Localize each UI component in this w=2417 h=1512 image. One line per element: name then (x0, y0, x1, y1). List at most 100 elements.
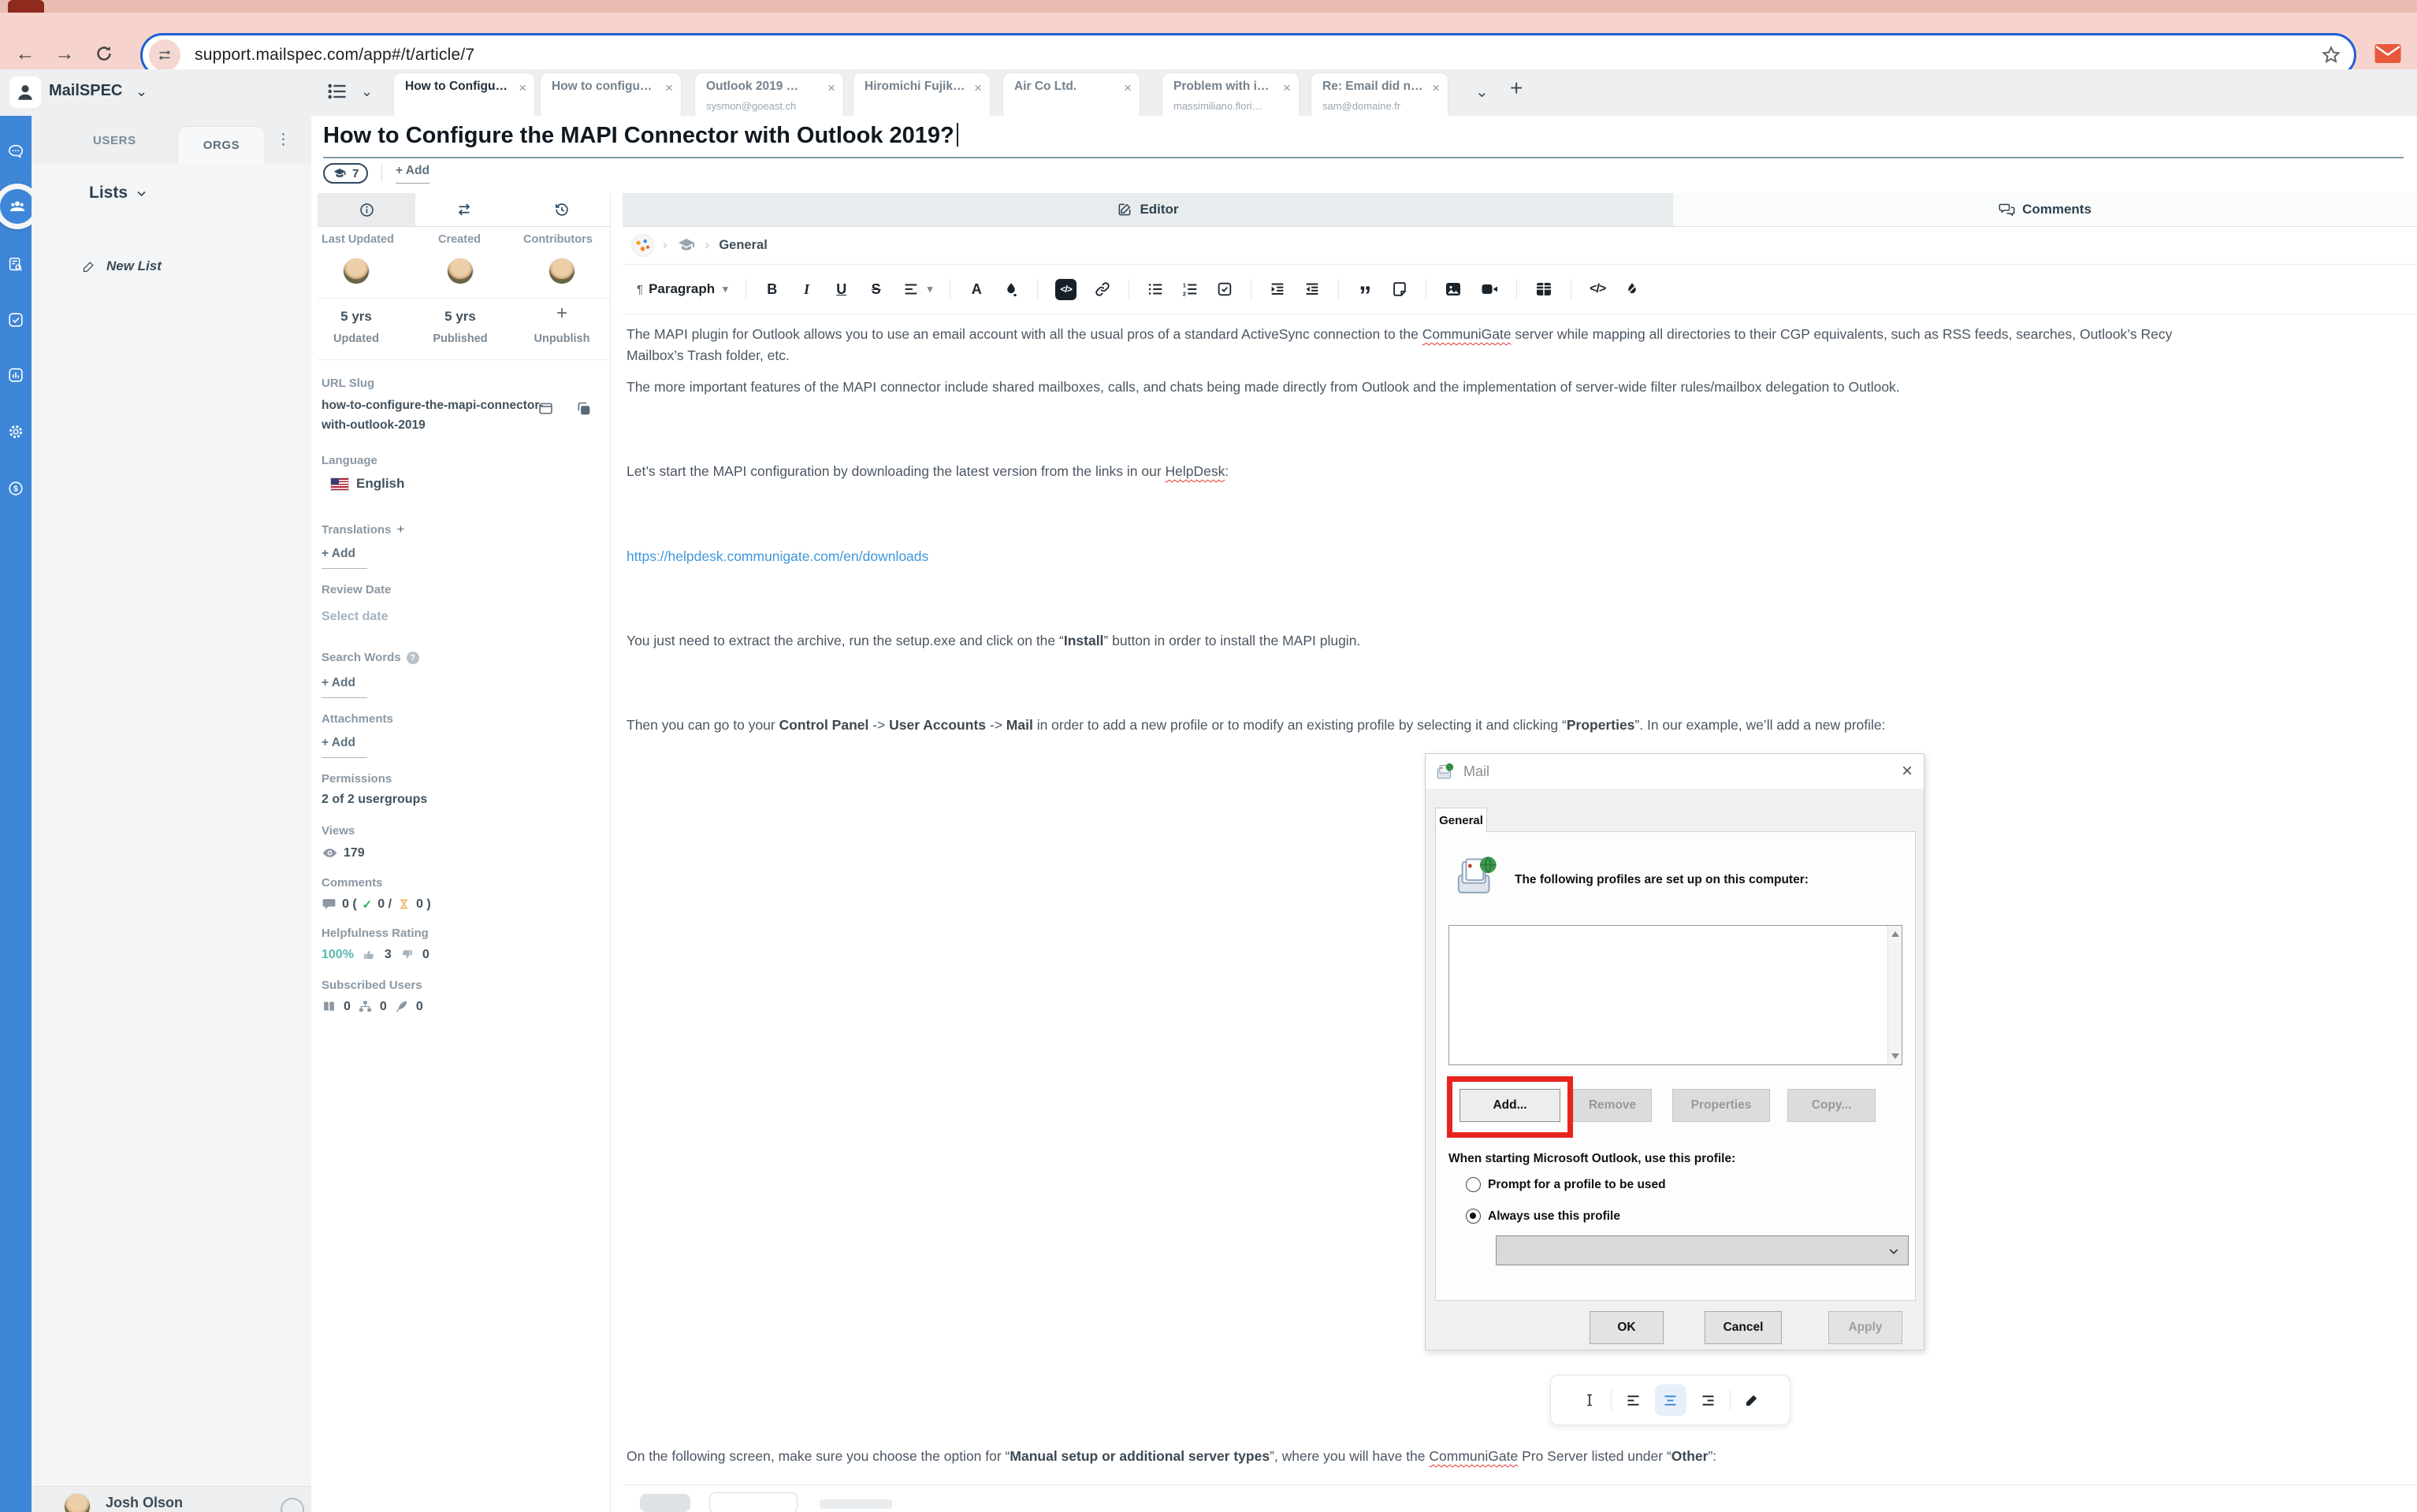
tab-orgs[interactable]: ORGS (177, 126, 266, 163)
lists-header[interactable]: Lists (89, 184, 147, 202)
paragraph[interactable]: Let’s start the MAPI configuration by do… (627, 463, 1229, 480)
paragraph[interactable]: The MAPI plugin for Outlook allows you t… (627, 326, 2172, 343)
new-list-item[interactable]: New List (82, 258, 162, 274)
table-button[interactable] (1534, 280, 1553, 299)
language-value[interactable]: English (356, 476, 404, 492)
browser-tab[interactable] (8, 0, 44, 13)
sidebar-more-icon[interactable]: ⋮ (276, 131, 292, 149)
font-color-button[interactable]: A (968, 281, 985, 298)
tab-list-chevron-down-icon[interactable]: ⌄ (361, 84, 373, 100)
close-icon[interactable]: × (1283, 81, 1291, 95)
translations-add-button[interactable]: + Add (322, 547, 367, 569)
align-dropdown[interactable]: ▾ (902, 280, 933, 298)
avatar[interactable] (549, 258, 575, 284)
outdent-button[interactable] (1303, 280, 1321, 298)
graduation-cap-icon[interactable] (677, 236, 696, 254)
blockquote-button[interactable]: ” (1356, 283, 1374, 295)
account-button[interactable] (9, 76, 41, 108)
thumbs-up-icon[interactable] (362, 947, 377, 962)
brand-name[interactable]: MailSPEC (49, 82, 122, 100)
brand-chevron-down-icon[interactable]: ⌄ (136, 84, 147, 100)
code-block-button[interactable]: </> (1055, 279, 1076, 300)
avatar[interactable] (448, 258, 473, 284)
breadcrumb-current[interactable]: General (719, 238, 767, 253)
meta-tab-history[interactable] (513, 193, 611, 226)
bottom-button-cutoff[interactable] (640, 1494, 690, 1512)
highlight-color-button[interactable] (1002, 280, 1020, 298)
page-title[interactable]: How to Configure the MAPI Connector with… (323, 123, 958, 149)
paragraph[interactable]: The more important features of the MAPI … (627, 379, 1900, 396)
link-button[interactable] (1094, 280, 1111, 298)
bottom-button-cutoff[interactable] (709, 1492, 798, 1512)
align-center-button-active[interactable] (1655, 1384, 1686, 1416)
rail-item-reports[interactable] (7, 366, 24, 384)
paragraph[interactable]: You just need to extract the archive, ru… (627, 633, 1360, 649)
align-left-icon[interactable] (1625, 1392, 1642, 1409)
courses-badge[interactable]: 7 (323, 163, 368, 184)
paragraph-style-dropdown[interactable]: ¶ Paragraph ▾ (637, 281, 728, 297)
paragraph[interactable]: On the following screen, make sure you c… (627, 1448, 1716, 1465)
close-icon[interactable]: × (1124, 81, 1132, 95)
download-link[interactable]: https://helpdesk.communigate.com/en/down… (627, 548, 928, 565)
unpublish-plus-icon[interactable]: + (526, 303, 597, 325)
article-tab[interactable]: How to Configu… × (393, 72, 535, 116)
close-icon[interactable]: × (665, 81, 673, 95)
rail-item-billing[interactable]: $ (7, 480, 24, 497)
paragraph[interactable]: Then you can go to your Control Panel ->… (627, 717, 1885, 734)
indent-button[interactable] (1269, 280, 1286, 298)
new-tab-button[interactable]: + (1510, 76, 1523, 101)
note-button[interactable] (1391, 280, 1408, 298)
close-icon[interactable]: × (827, 81, 835, 95)
close-icon[interactable]: × (1432, 81, 1440, 95)
thumbs-down-icon[interactable] (400, 947, 415, 962)
article-tab[interactable]: Hiromichi Fujik… × (853, 72, 991, 116)
site-settings-icon[interactable] (149, 39, 180, 71)
url-text[interactable]: support.mailspec.com/app#/t/article/7 (195, 46, 474, 65)
underline-button[interactable]: U (833, 281, 850, 298)
article-tab[interactable]: How to configu… × (540, 72, 682, 116)
permissions-value[interactable]: 2 of 2 usergroups (322, 793, 427, 807)
mail-extension-icon[interactable] (2371, 36, 2405, 71)
image-button[interactable] (1444, 280, 1463, 299)
strikethrough-button[interactable]: S (868, 281, 885, 298)
rail-item-articles[interactable] (7, 256, 24, 273)
unpublish-caption[interactable]: Unpublish (526, 332, 597, 345)
article-tab[interactable]: Re: Email did n… × sam@domaine.fr (1311, 72, 1448, 116)
open-in-window-icon[interactable] (537, 400, 554, 417)
tab-users[interactable]: USERS (93, 134, 136, 147)
tab-list-button[interactable] (326, 80, 348, 102)
rail-item-chat[interactable] (7, 143, 24, 160)
rail-item-users[interactable] (0, 189, 35, 224)
tabs-overflow-chevron-icon[interactable]: ⌄ (1475, 82, 1489, 102)
italic-button[interactable]: I (798, 281, 816, 298)
reload-button[interactable] (90, 39, 118, 68)
mail-dialog-screenshot[interactable]: Mail × General The following profiles ar… (1425, 753, 1924, 1350)
tab-editor[interactable]: Editor (623, 193, 1673, 226)
meta-tab-info[interactable] (318, 193, 415, 226)
article-tab[interactable]: Problem with i… × massimiliano.flori… (1162, 72, 1300, 116)
rail-item-settings[interactable] (7, 423, 24, 440)
paragraph[interactable]: Mailbox’s Trash folder, etc. (627, 347, 790, 364)
code-view-button[interactable]: </> (1589, 282, 1606, 296)
close-icon[interactable]: × (974, 81, 982, 95)
tab-comments[interactable]: Comments (1673, 193, 2417, 226)
article-tab[interactable]: Outlook 2019 … × sysmon@goeast.ch (694, 72, 844, 116)
url-slug-value[interactable]: how-to-configure-the-mapi-connector-with… (322, 396, 550, 435)
back-button[interactable]: ← (11, 39, 39, 68)
translations-plus-icon[interactable]: + (396, 522, 404, 537)
meta-tab-transfer[interactable] (415, 193, 513, 226)
review-date-input[interactable]: Select date (322, 610, 388, 624)
numbered-list-button[interactable]: 12 (1181, 280, 1199, 298)
avatar[interactable] (344, 258, 369, 284)
article-tab[interactable]: Air Co Ltd. × (1002, 72, 1140, 116)
bookmark-star-icon[interactable] (2321, 45, 2341, 65)
checklist-button[interactable] (1216, 280, 1233, 298)
video-button[interactable] (1480, 280, 1499, 299)
add-tag-button[interactable]: + Add (396, 164, 429, 184)
bold-button[interactable]: B (764, 281, 781, 298)
rail-item-tasks[interactable] (7, 311, 24, 329)
search-words-add-button[interactable]: + Add (322, 676, 367, 698)
attachments-add-button[interactable]: + Add (322, 736, 367, 758)
clear-format-button[interactable] (1623, 280, 1641, 298)
mailspec-logo-icon[interactable] (632, 235, 653, 256)
